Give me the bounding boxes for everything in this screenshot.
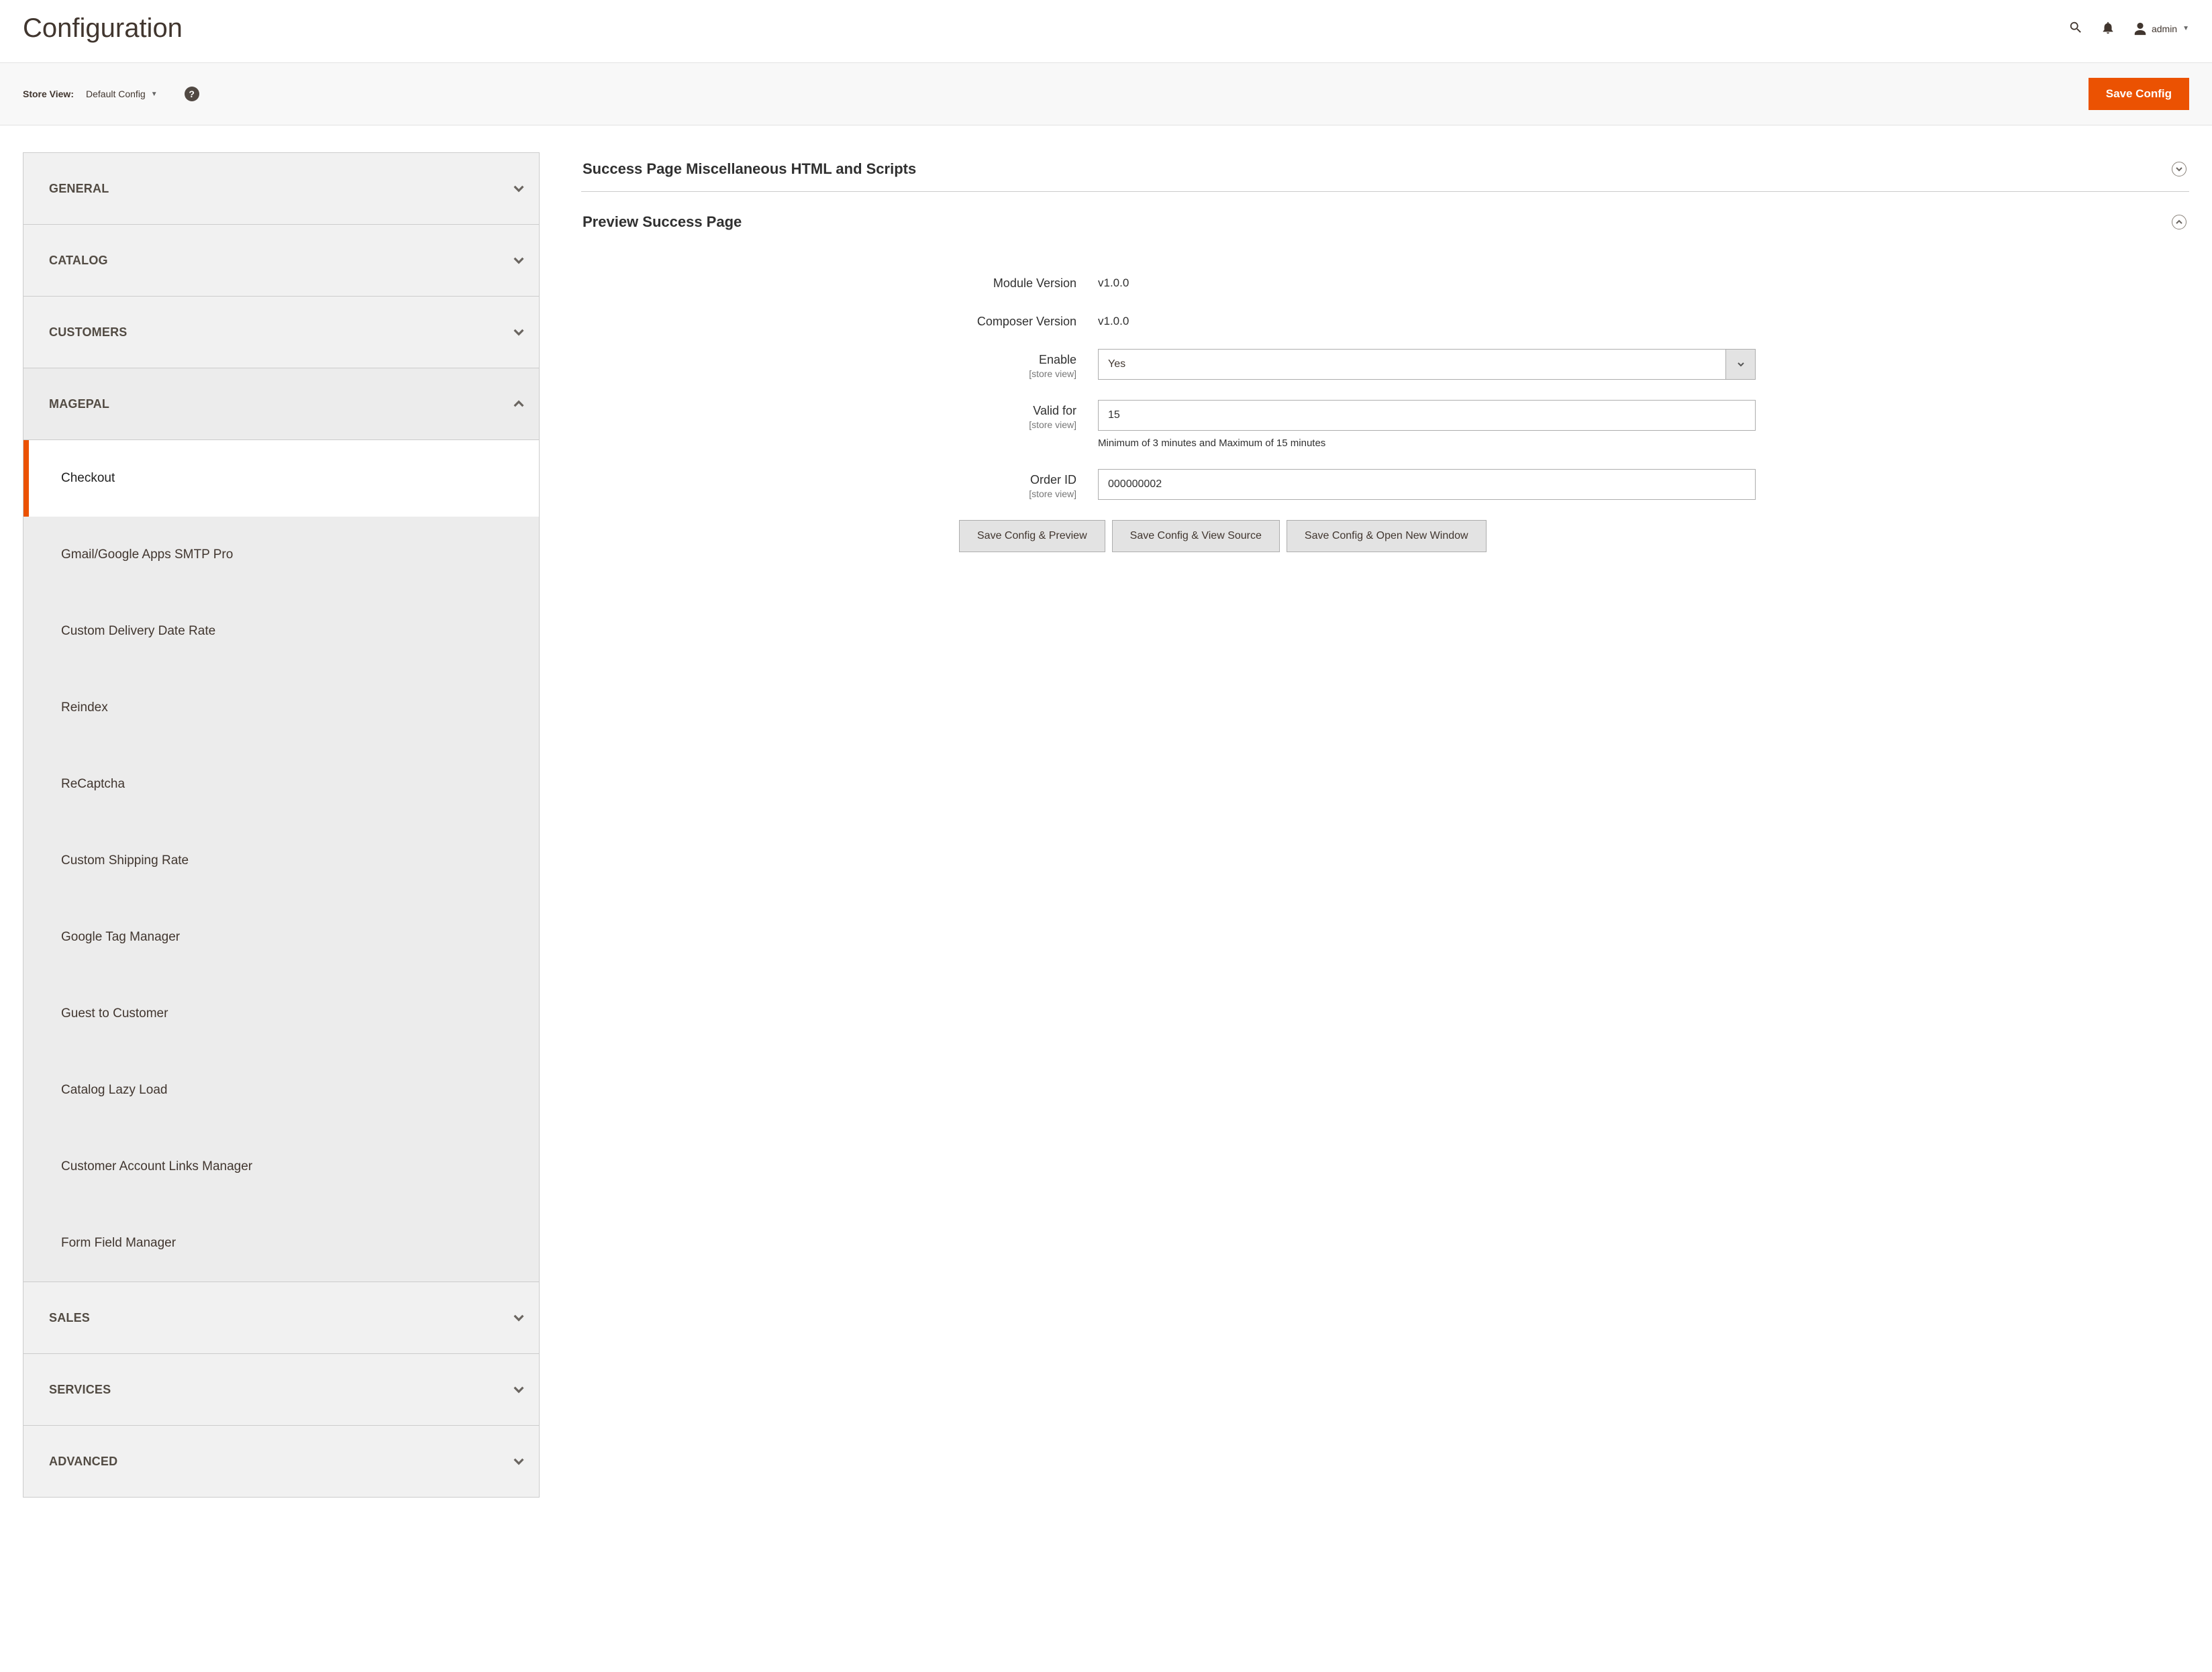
store-view-switcher[interactable]: Default Config ▼ — [86, 89, 158, 99]
fieldset-success-html[interactable]: Success Page Miscellaneous HTML and Scri… — [581, 152, 2189, 192]
order-id-input[interactable] — [1098, 469, 1756, 500]
order-id-label: Order ID — [1030, 473, 1076, 486]
valid-for-note: Minimum of 3 minutes and Maximum of 15 m… — [1098, 437, 1762, 449]
sidebar-item[interactable]: Form Field Manager — [23, 1205, 539, 1282]
sidebar-section-title: ADVANCED — [49, 1455, 117, 1469]
sidebar-item[interactable]: Gmail/Google Apps SMTP Pro — [23, 517, 539, 593]
chevron-down-icon — [513, 255, 524, 266]
sidebar-item[interactable]: ReCaptcha — [23, 746, 539, 823]
chevron-up-icon — [513, 399, 524, 409]
module-version-label: Module Version — [993, 276, 1076, 290]
sidebar-section-sales[interactable]: SALES — [23, 1282, 539, 1353]
sidebar-item[interactable]: Google Tag Manager — [23, 899, 539, 976]
fieldset-preview-success[interactable]: Preview Success Page — [581, 205, 2189, 244]
sidebar-item[interactable]: Catalog Lazy Load — [23, 1052, 539, 1129]
chevron-down-icon — [513, 183, 524, 194]
chevron-down-icon — [513, 1456, 524, 1467]
caret-down-icon: ▼ — [151, 91, 158, 98]
fieldset-title: Preview Success Page — [583, 213, 742, 231]
sidebar-item[interactable]: Custom Delivery Date Rate — [23, 593, 539, 670]
sidebar-section-magepal[interactable]: MAGEPAL — [23, 368, 539, 439]
enable-select[interactable]: Yes — [1098, 349, 1756, 380]
order-id-scope: [store view] — [581, 488, 1076, 499]
notifications-icon[interactable] — [2101, 20, 2115, 37]
sidebar-section-title: SALES — [49, 1311, 90, 1325]
save-config-view-source-button[interactable]: Save Config & View Source — [1112, 520, 1280, 552]
enable-label: Enable — [1039, 353, 1076, 366]
save-config-new-window-button[interactable]: Save Config & Open New Window — [1287, 520, 1487, 552]
sidebar-section-catalog[interactable]: CATALOG — [23, 225, 539, 296]
sidebar-section-customers[interactable]: CUSTOMERS — [23, 297, 539, 368]
admin-username: admin — [2152, 23, 2177, 34]
page-title: Configuration — [23, 13, 183, 44]
composer-version-value: v1.0.0 — [1098, 311, 1762, 328]
sidebar-section-title: CUSTOMERS — [49, 325, 127, 339]
admin-user-menu[interactable]: admin ▼ — [2133, 21, 2189, 36]
sidebar-section-services[interactable]: SERVICES — [23, 1354, 539, 1425]
sidebar-item[interactable]: Custom Shipping Rate — [23, 823, 539, 899]
chevron-down-icon — [513, 1312, 524, 1323]
config-sidebar: GENERAL CATALOG CUSTOMERS MAGEPAL CheckoutGm… — [23, 152, 540, 1498]
search-icon[interactable] — [2068, 20, 2083, 37]
save-config-button[interactable]: Save Config — [2089, 78, 2189, 110]
config-content: Success Page Miscellaneous HTML and Scri… — [581, 152, 2189, 552]
fieldset-title: Success Page Miscellaneous HTML and Scri… — [583, 160, 916, 178]
help-icon[interactable]: ? — [185, 87, 199, 101]
sidebar-section-title: MAGEPAL — [49, 397, 109, 411]
store-view-value: Default Config — [86, 89, 146, 99]
header-actions: admin ▼ — [2068, 20, 2189, 37]
sidebar-item[interactable]: Checkout — [23, 440, 539, 517]
sidebar-item[interactable]: Reindex — [23, 670, 539, 746]
chevron-down-icon — [1725, 350, 1755, 379]
sidebar-section-title: CATALOG — [49, 254, 108, 268]
module-version-value: v1.0.0 — [1098, 272, 1762, 290]
chevron-down-icon — [513, 1384, 524, 1395]
sidebar-item[interactable]: Customer Account Links Manager — [23, 1129, 539, 1205]
expand-icon — [2172, 215, 2186, 229]
sidebar-item[interactable]: Guest to Customer — [23, 976, 539, 1052]
valid-for-scope: [store view] — [581, 419, 1076, 430]
sidebar-section-advanced[interactable]: ADVANCED — [23, 1426, 539, 1497]
valid-for-label: Valid for — [1033, 404, 1076, 417]
user-icon — [2133, 21, 2148, 36]
composer-version-label: Composer Version — [977, 315, 1076, 328]
enable-scope: [store view] — [581, 368, 1076, 379]
valid-for-input[interactable] — [1098, 400, 1756, 431]
sidebar-section-title: SERVICES — [49, 1383, 111, 1397]
save-config-preview-button[interactable]: Save Config & Preview — [959, 520, 1105, 552]
sidebar-section-title: GENERAL — [49, 182, 109, 196]
sidebar-section-general[interactable]: GENERAL — [23, 153, 539, 224]
chevron-down-icon — [513, 327, 524, 337]
store-view-label: Store View: — [23, 89, 74, 99]
caret-down-icon: ▼ — [2182, 25, 2189, 32]
collapse-icon — [2172, 162, 2186, 176]
enable-select-value: Yes — [1099, 350, 1725, 379]
